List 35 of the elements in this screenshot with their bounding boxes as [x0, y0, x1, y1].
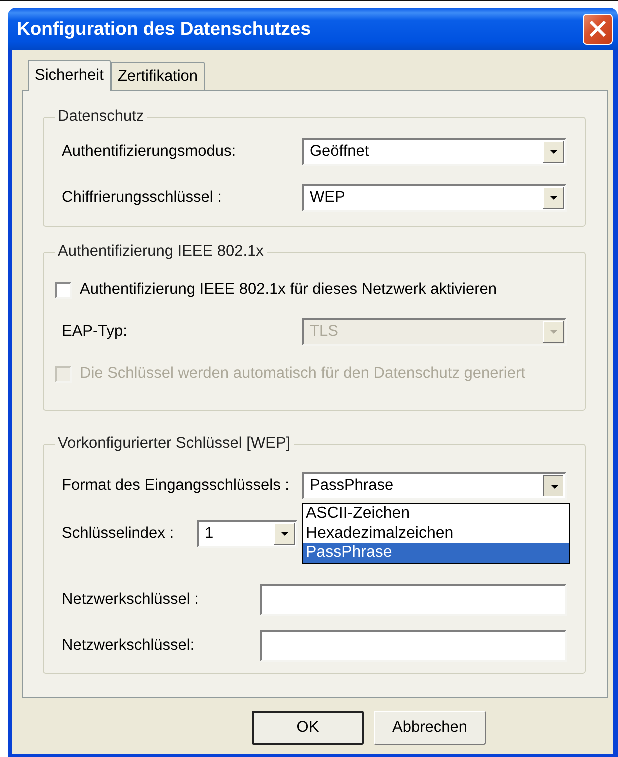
dropdown-arrow-button[interactable]	[543, 475, 564, 497]
caret-down-icon	[550, 150, 558, 154]
caret-down-icon	[550, 330, 558, 334]
field-label: Netzwerkschlüssel :	[62, 591, 200, 609]
dropdown[interactable]: Geöffnet	[302, 138, 567, 166]
group-title: Datenschutz	[57, 108, 146, 126]
field-label: Authentifizierungsmodus:	[62, 143, 238, 161]
field-label: Netzwerkschlüssel:	[62, 637, 196, 655]
field-label: EAP-Typ:	[62, 323, 128, 341]
dialog-button[interactable]: OK	[252, 711, 364, 745]
input-field[interactable]	[260, 630, 567, 662]
caret-down-icon	[550, 196, 558, 200]
tab[interactable]: Sicherheit	[28, 60, 111, 91]
dropdown[interactable]: PassPhrase	[302, 472, 567, 500]
checkbox[interactable]	[55, 282, 72, 298]
window-title: Konfiguration des Datenschutzes	[17, 18, 312, 40]
close-icon	[590, 21, 606, 37]
checkbox-label: Authentifizierung IEEE 802.1x für dieses Netzwerk aktivieren	[80, 281, 497, 299]
dropdown-option[interactable]: ASCII-Zeichen	[303, 504, 569, 524]
field-label: Schlüsselindex :	[62, 525, 176, 543]
close-button[interactable]	[583, 14, 613, 44]
group-title: Vorkonfigurierter Schlüssel [WEP]	[57, 435, 292, 453]
dropdown[interactable]: WEP	[302, 184, 567, 212]
field-label: Format des Eingangsschlüssels :	[62, 477, 290, 495]
caret-down-icon	[280, 532, 288, 536]
tab[interactable]: Zertifikation	[110, 62, 206, 90]
dropdown-option[interactable]: PassPhrase	[303, 543, 569, 564]
checkbox-label: Die Schlüssel werden automatisch für den Datenschutz generiert	[80, 365, 526, 383]
dropdown-option[interactable]: Hexadezimalzeichen	[303, 524, 569, 544]
caret-down-icon	[550, 485, 558, 489]
field-label: Chiffrierungsschlüssel :	[62, 189, 223, 207]
dialog-button[interactable]: Abbrechen	[374, 711, 486, 745]
group-title: Authentifizierung IEEE 802.1x	[57, 243, 265, 261]
dropdown[interactable]: 1	[197, 520, 298, 548]
input-field[interactable]	[260, 584, 567, 616]
